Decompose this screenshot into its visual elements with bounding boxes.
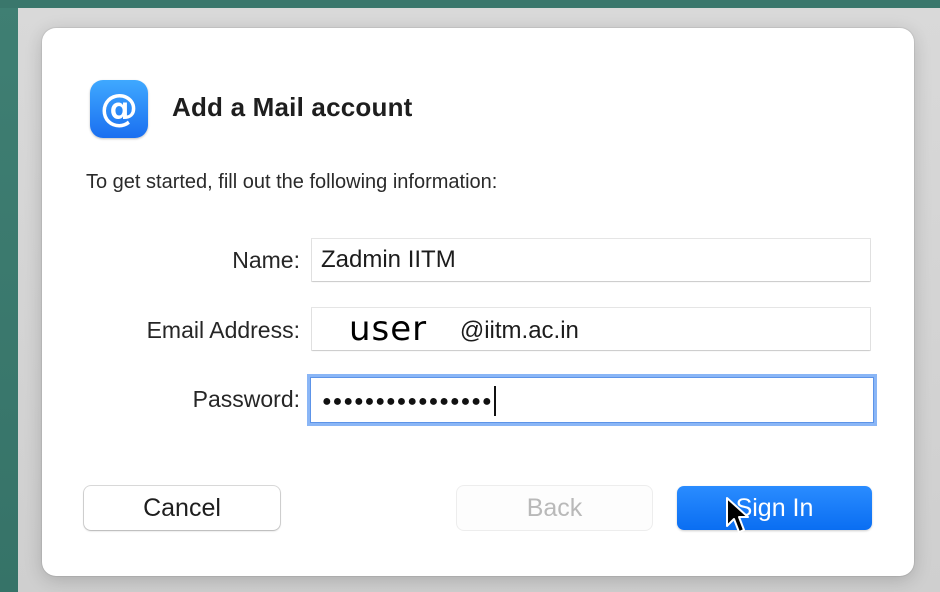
password-mask: ●●●●●●●●●●●●●●●● xyxy=(322,393,493,410)
mouse-pointer-icon xyxy=(726,497,749,533)
back-button-label: Back xyxy=(526,493,583,522)
email-user-overlay: user xyxy=(349,309,428,349)
add-mail-account-dialog: @ Add a Mail account To get started, fil… xyxy=(42,28,914,576)
text-caret xyxy=(493,385,496,416)
email-domain-value: @iitm.ac.in xyxy=(459,317,579,344)
cancel-button[interactable]: Cancel xyxy=(84,486,280,530)
back-button[interactable]: Back xyxy=(457,486,652,530)
desktop-background-top xyxy=(0,0,940,8)
dialog-instructions: To get started, fill out the following i… xyxy=(86,171,498,193)
email-address-label: Email Address: xyxy=(146,317,300,343)
password-label: Password: xyxy=(192,386,300,412)
cancel-button-label: Cancel xyxy=(143,493,221,522)
desktop-background xyxy=(0,0,18,592)
sign-in-button[interactable]: Sign In xyxy=(677,486,872,530)
email-address-field[interactable]: user @iitm.ac.in xyxy=(312,308,870,350)
name-field-value: Zadmin IITM xyxy=(321,246,456,273)
dialog-title: Add a Mail account xyxy=(172,92,413,122)
at-sign-icon: @ xyxy=(90,80,148,138)
name-label: Name: xyxy=(232,247,300,273)
password-field[interactable]: ●●●●●●●●●●●●●●●● xyxy=(310,377,874,423)
name-field[interactable]: Zadmin IITM xyxy=(312,239,870,281)
